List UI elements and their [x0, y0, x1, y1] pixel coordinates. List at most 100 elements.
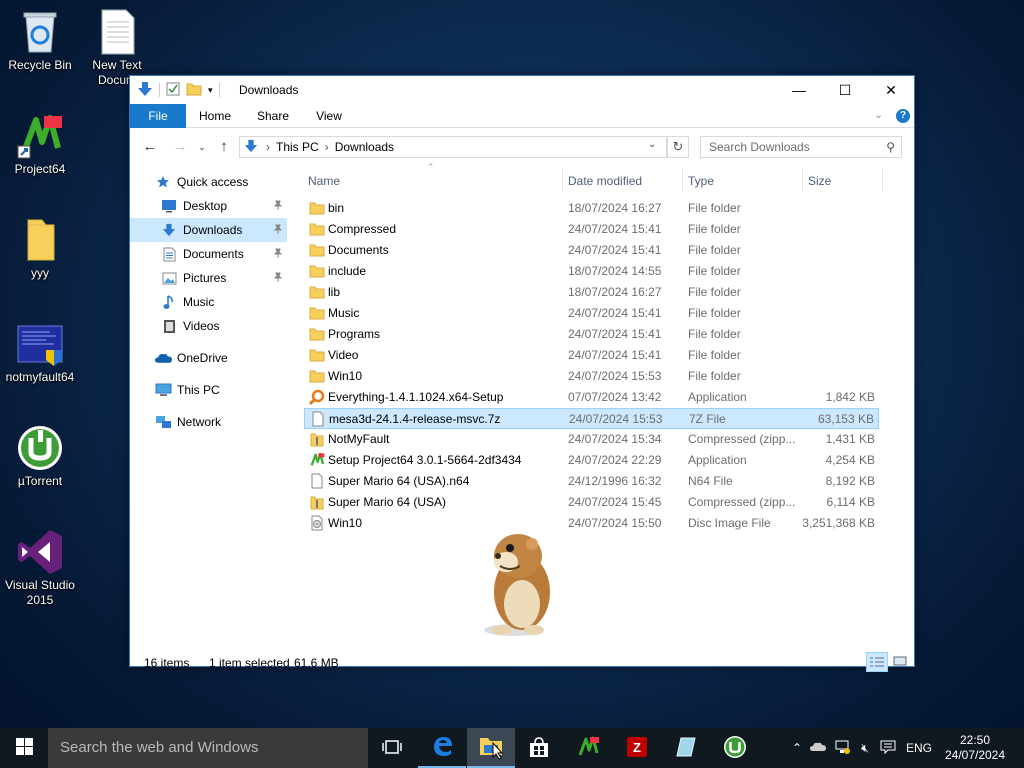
minimize-icon: —: [792, 82, 806, 98]
taskbar-notepad-button[interactable]: [662, 728, 710, 768]
network-tray-icon[interactable]: [830, 740, 854, 757]
file-row[interactable]: Video 24/07/2024 15:41 File folder: [304, 345, 879, 366]
taskbar-search-box[interactable]: Search the web and Windows: [48, 728, 368, 768]
onedrive-tray-icon[interactable]: [806, 741, 830, 755]
nav-item-downloads[interactable]: Downloads: [130, 218, 287, 242]
store-icon: [528, 736, 550, 761]
tab-view[interactable]: View: [306, 104, 352, 128]
nav-item-documents[interactable]: Documents: [130, 242, 287, 266]
file-row[interactable]: Everything-1.4.1.1024.x64-Setup 07/07/202…: [304, 387, 879, 408]
file-row[interactable]: Super Mario 64 (USA) 24/07/2024 15:45 Comp…: [304, 492, 879, 513]
taskbar-store-button[interactable]: [515, 728, 563, 768]
tab-home[interactable]: Home: [192, 104, 238, 128]
nav-item-videos[interactable]: Videos: [130, 314, 287, 338]
tab-share[interactable]: Share: [250, 104, 296, 128]
details-view-button[interactable]: [866, 652, 888, 672]
file-row[interactable]: Documents 24/07/2024 15:41 File folder: [304, 240, 879, 261]
chevron-down-icon[interactable]: ▾: [208, 85, 213, 96]
properties-icon[interactable]: [166, 82, 180, 99]
pin-icon[interactable]: [273, 200, 283, 213]
address-dropdown-icon[interactable]: ⌄: [648, 139, 656, 150]
file-row[interactable]: Super Mario 64 (USA).n64 24/12/1996 16:32…: [304, 471, 879, 492]
column-header-size[interactable]: Size: [803, 168, 881, 194]
desktop-icon-recycle-bin[interactable]: Recycle Bin: [0, 8, 80, 73]
file-name: Super Mario 64 (USA).n64: [328, 474, 470, 488]
breadcrumb-downloads[interactable]: Downloads: [335, 140, 394, 154]
help-icon[interactable]: ?: [896, 109, 910, 123]
file-date-modified: 24/07/2024 15:50: [568, 516, 662, 530]
file-row[interactable]: NotMyFault 24/07/2024 15:34 Compressed (zi…: [304, 429, 879, 450]
address-bar[interactable]: › This PC › Downloads ⌄: [239, 136, 667, 158]
utorrent-icon: [16, 424, 64, 472]
search-app-icon: [308, 389, 325, 406]
desktop-icon-utorrent[interactable]: µTorrent: [0, 424, 80, 489]
nav-item-quick-access[interactable]: Quick access: [130, 170, 287, 194]
file-row[interactable]: mesa3d-24.1.4-release-msvc.7z 24/07/2024 …: [304, 408, 879, 429]
file-row[interactable]: Win10 24/07/2024 15:53 File folder: [304, 366, 879, 387]
minimize-button[interactable]: —: [776, 76, 822, 104]
file-row[interactable]: include 18/07/2024 14:55 File folder: [304, 261, 879, 282]
blank-file-icon: [310, 411, 326, 427]
desktop-icon-visual-studio[interactable]: Visual Studio 2015: [0, 528, 80, 608]
file-row[interactable]: lib 18/07/2024 16:27 File folder: [304, 282, 879, 303]
file-name: Win10: [328, 516, 363, 530]
column-header-name[interactable]: Name: [303, 168, 561, 194]
file-row[interactable]: Compressed 24/07/2024 15:41 File folder: [304, 219, 879, 240]
close-button[interactable]: ✕: [868, 76, 914, 104]
desktop-icon-yyy[interactable]: yyy: [0, 216, 80, 281]
task-view-button[interactable]: [368, 728, 416, 768]
volume-muted-icon[interactable]: 🔇︎: [854, 741, 876, 756]
show-hidden-icons-icon[interactable]: ⌃: [788, 741, 806, 755]
nav-item-music[interactable]: Music: [130, 290, 287, 314]
file-row[interactable]: Win10 24/07/2024 15:50 Disc Image File 3,25…: [304, 513, 879, 534]
recent-locations-button[interactable]: ⌄: [192, 142, 212, 153]
maximize-icon: ☐: [838, 81, 852, 98]
clock[interactable]: 22:50 24/07/2024: [938, 733, 1012, 763]
pin-icon[interactable]: [273, 272, 283, 285]
taskbar-project64-button[interactable]: [564, 728, 612, 768]
maximize-button[interactable]: ☐: [822, 76, 868, 104]
file-row[interactable]: Setup Project64 3.0.1-5664-2df3434 24/07/…: [304, 450, 879, 471]
blank-file-icon: [309, 473, 325, 489]
file-row[interactable]: Music 24/07/2024 15:41 File folder: [304, 303, 879, 324]
up-button[interactable]: ↑: [214, 138, 234, 155]
language-indicator[interactable]: ENG: [900, 741, 938, 755]
file-date-modified: 24/07/2024 15:34: [568, 432, 662, 446]
nav-item-desktop[interactable]: Desktop: [130, 194, 287, 218]
file-row[interactable]: Programs 24/07/2024 15:41 File folder: [304, 324, 879, 345]
file-type: Application: [688, 390, 747, 404]
forward-button[interactable]: →: [170, 138, 190, 155]
folder-icon: [309, 326, 325, 342]
expand-ribbon-icon[interactable]: ⌄: [874, 108, 883, 121]
file-row[interactable]: bin 18/07/2024 16:27 File folder: [304, 198, 879, 219]
search-input[interactable]: Search Downloads ⚲: [700, 136, 902, 158]
breadcrumb-this-pc[interactable]: This PC: [276, 140, 319, 154]
taskbar-file-explorer-button[interactable]: [467, 728, 515, 768]
taskbar-utorrent-button[interactable]: [711, 728, 759, 768]
taskbar-filezilla-button[interactable]: Z: [613, 728, 661, 768]
desktop-icon-notmyfault64[interactable]: notmyfault64: [0, 320, 80, 385]
start-button[interactable]: [0, 728, 48, 768]
project64-icon: [309, 452, 325, 468]
back-button[interactable]: ←: [140, 138, 160, 155]
nav-item-pictures[interactable]: Pictures: [130, 266, 287, 290]
desktop-icon-project64[interactable]: Project64: [0, 112, 80, 177]
taskbar-edge-button[interactable]: [418, 728, 466, 768]
pin-icon[interactable]: [273, 224, 283, 237]
nav-item-this-pc[interactable]: This PC: [130, 378, 287, 402]
column-header-date-modified[interactable]: Date modified: [563, 168, 681, 194]
title-bar[interactable]: ▾ Downloads — ☐ ✕: [130, 76, 914, 104]
column-header-type[interactable]: Type: [683, 168, 801, 194]
window-title: Downloads: [239, 83, 299, 97]
tab-file[interactable]: File: [130, 104, 186, 128]
file-date-modified: 18/07/2024 16:27: [568, 201, 662, 215]
pin-icon[interactable]: [273, 248, 283, 261]
action-center-icon[interactable]: [876, 740, 900, 757]
nav-item-onedrive[interactable]: OneDrive: [130, 346, 287, 370]
new-folder-icon[interactable]: [186, 82, 202, 99]
large-icons-view-button[interactable]: [890, 652, 910, 672]
clock-time: 22:50: [959, 733, 991, 747]
refresh-button[interactable]: ↻: [667, 136, 689, 158]
file-explorer-window[interactable]: ▾ Downloads — ☐ ✕ File Home Share View ⌄…: [129, 75, 915, 672]
nav-item-network[interactable]: Network: [130, 410, 287, 434]
